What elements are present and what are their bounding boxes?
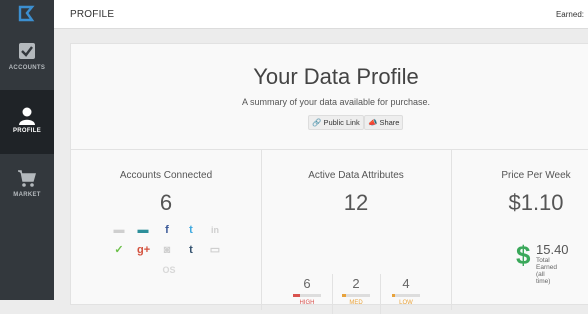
total-earned-label-line1: Total Earned xyxy=(536,257,557,271)
accounts-connected-card: Accounts Connected 6 ▬ ▬ f t in ✓ g+ ◙ t ▭ OS xyxy=(71,150,262,310)
feedly-icon: ✓ xyxy=(114,244,124,256)
sidebar-item-label: PROFILE xyxy=(12,128,42,134)
price-per-week-title: Price Per Week xyxy=(501,170,571,181)
cart-icon xyxy=(18,170,36,187)
earned-label: Earned: xyxy=(555,10,584,19)
attribute-level-low[interactable]: 4 LOW xyxy=(376,276,436,306)
profile-panel: Your Data Profile A summary of your data… xyxy=(70,43,588,314)
attribute-level-label: LOW xyxy=(399,300,413,306)
public-link-button[interactable]: 🔗 Public Link xyxy=(308,115,364,130)
sidebar-item-label: MARKET xyxy=(13,192,41,198)
checkbox-icon xyxy=(19,43,35,59)
twitter-icon: t xyxy=(189,224,193,236)
total-earned-amount: 15.40 xyxy=(536,242,569,257)
active-data-attributes-card: Active Data Attributes 12 6 HIGH 2 MED 4… xyxy=(261,150,452,314)
link-icon: 🔗 xyxy=(312,118,322,127)
credit-card-icon: ▬ xyxy=(113,224,125,236)
public-link-label: Public Link xyxy=(323,118,360,127)
attribute-bar xyxy=(392,294,420,297)
share-button[interactable]: 📣 Share xyxy=(364,115,404,130)
price-per-week-value: $1.10 xyxy=(508,190,564,215)
credit-card-icon: ▬ xyxy=(137,224,149,236)
attribute-bar xyxy=(293,294,321,297)
price-per-week-card: Price Per Week $1.10 $ 15.40 Total Earne… xyxy=(451,150,588,310)
megaphone-icon: 📣 xyxy=(368,118,378,127)
logo-icon[interactable] xyxy=(17,5,37,23)
attribute-bar xyxy=(342,294,370,297)
total-earned-label-line2: (all time) xyxy=(536,271,551,285)
hero-title: Your Data Profile xyxy=(253,64,419,89)
sidebar-item-market[interactable]: MARKET xyxy=(0,165,54,229)
active-data-attributes-count: 12 xyxy=(343,190,369,215)
active-data-attributes-title: Active Data Attributes xyxy=(308,170,404,181)
instagram-icon: ◙ xyxy=(163,244,171,256)
dollar-icon: $ xyxy=(516,240,531,270)
sidebar-item-profile[interactable]: PROFILE xyxy=(0,90,54,154)
user-icon xyxy=(19,107,35,125)
sidebar-item-label: ACCOUNTS xyxy=(8,65,46,71)
hero-subtitle: A summary of your data available for pur… xyxy=(241,97,431,107)
google-plus-icon: g+ xyxy=(137,244,151,256)
keyboard-icon: ▭ xyxy=(209,244,221,256)
apple-icon: OS xyxy=(162,265,176,275)
top-header: PROFILE Earned: xyxy=(54,0,588,29)
accounts-connected-title: Accounts Connected xyxy=(119,170,213,181)
accounts-connected-count: 6 xyxy=(159,190,173,215)
facebook-icon: f xyxy=(165,224,169,236)
share-label: Share xyxy=(379,118,400,127)
tumblr-icon: t xyxy=(189,244,193,256)
attribute-count: 4 xyxy=(402,276,410,291)
linkedin-icon: in xyxy=(211,225,219,235)
total-earned-label: Total Earned (all time) xyxy=(536,257,557,285)
page-title: PROFILE xyxy=(70,9,115,20)
sidebar: ACCOUNTS PROFILE MARKET xyxy=(0,0,54,300)
